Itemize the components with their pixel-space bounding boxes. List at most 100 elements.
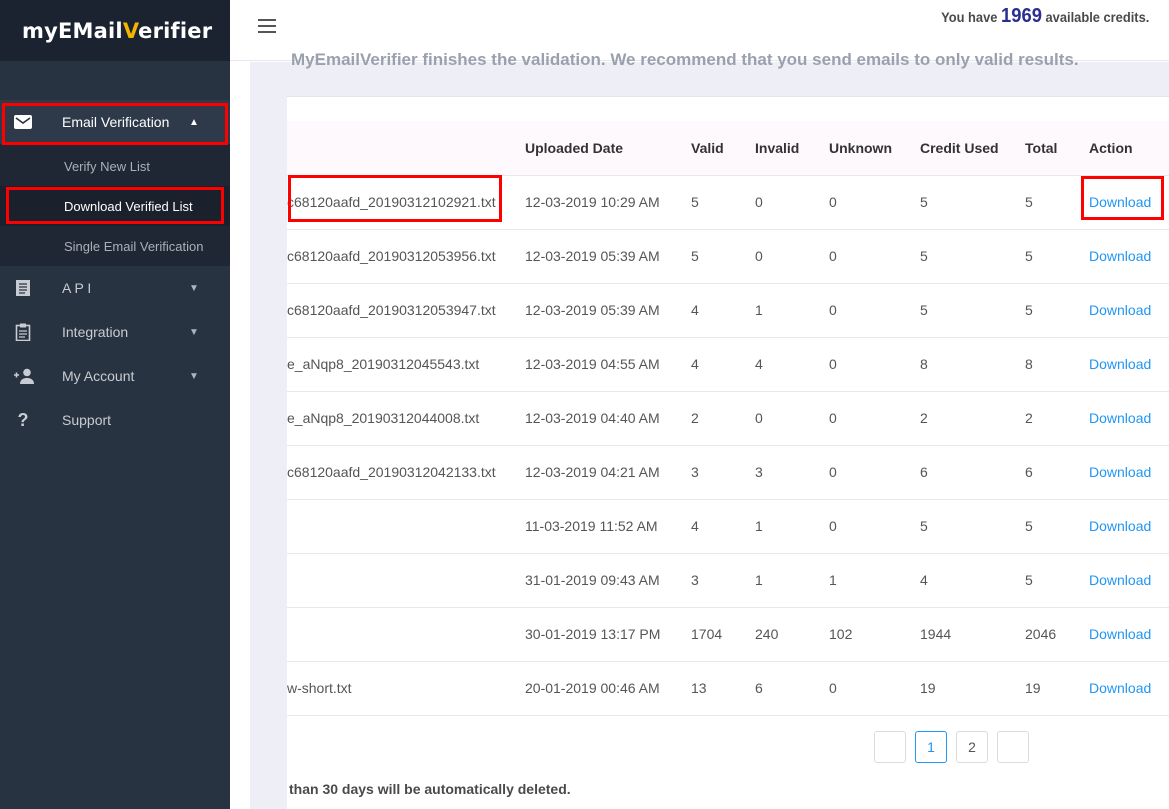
total-value: 2 xyxy=(1025,410,1033,426)
total-cell: 2 xyxy=(1025,391,1089,446)
hamburger-menu-icon[interactable] xyxy=(258,19,276,35)
download-link[interactable]: Download xyxy=(1089,248,1151,264)
invalid-cell: 4 xyxy=(755,337,829,392)
total-cell: 6 xyxy=(1025,445,1089,500)
credit-used-value: 5 xyxy=(920,248,928,264)
sidebar-item-email-verification[interactable]: Email Verification ▲ xyxy=(0,100,230,144)
action-cell: Download xyxy=(1089,229,1169,284)
download-link[interactable]: Download xyxy=(1089,410,1151,426)
credit-used-cell: 5 xyxy=(920,229,1025,284)
download-link[interactable]: Download xyxy=(1089,464,1151,480)
download-link[interactable]: Download xyxy=(1089,302,1151,318)
unknown-value: 0 xyxy=(829,518,837,534)
sidebar: myEMailVerifier Email Verification ▲ Ver… xyxy=(0,0,230,809)
col-action: Action xyxy=(1089,121,1169,176)
credit-used-cell: 5 xyxy=(920,175,1025,230)
uploaded-date-cell: 12-03-2019 04:21 AM xyxy=(525,445,691,500)
action-cell: Download xyxy=(1089,283,1169,338)
sidebar-item-label: Email Verification xyxy=(62,114,170,130)
chevron-down-icon: ▼ xyxy=(189,370,199,382)
download-link[interactable]: Download xyxy=(1089,572,1151,588)
logo-text-m: M xyxy=(72,18,94,43)
credit-used-value: 6 xyxy=(920,464,928,480)
file-name: e_aNqp8_20190312045543.txt xyxy=(287,356,480,372)
total-cell: 5 xyxy=(1025,175,1089,230)
unknown-value: 102 xyxy=(829,626,853,642)
total-cell: 19 xyxy=(1025,661,1089,716)
file-name: w-short.txt xyxy=(287,680,352,696)
credit-used-value: 5 xyxy=(920,518,928,534)
unknown-cell: 1 xyxy=(829,553,920,608)
logo[interactable]: myEMailVerifier xyxy=(22,19,212,43)
unknown-value: 0 xyxy=(829,248,837,264)
file-name-cell xyxy=(287,607,525,662)
table-row: c68120aafd_20190312102921.txt 12-03-2019 … xyxy=(287,175,1169,230)
pagination-page-1[interactable]: 1 xyxy=(915,731,947,763)
download-link[interactable]: Download xyxy=(1089,626,1151,642)
content-background: MyEmailVerifier finishes the validation.… xyxy=(250,50,1169,809)
credit-used-value: 4 xyxy=(920,572,928,588)
invalid-value: 1 xyxy=(755,302,763,318)
sidebar-subitem-verify-new-list[interactable]: Verify New List xyxy=(0,146,230,186)
sidebar-subitem-download-verified-list[interactable]: Download Verified List xyxy=(0,186,230,226)
valid-cell: 2 xyxy=(691,391,755,446)
credits-prefix: You have xyxy=(940,9,998,25)
envelope-icon xyxy=(13,112,33,132)
file-name-cell xyxy=(287,499,525,554)
valid-value: 5 xyxy=(691,248,699,264)
download-link[interactable]: Download xyxy=(1089,680,1151,696)
pagination-page-2[interactable]: 2 xyxy=(956,731,988,763)
sidebar-item-my-account[interactable]: My Account ▼ xyxy=(0,354,230,398)
total-cell: 5 xyxy=(1025,229,1089,284)
add-user-icon xyxy=(12,366,36,386)
sidebar-item-api[interactable]: A P I ▼ xyxy=(0,266,230,310)
valid-value: 13 xyxy=(691,680,707,696)
download-link[interactable]: Download xyxy=(1089,194,1151,210)
pagination-next-button[interactable] xyxy=(997,731,1029,763)
total-value: 8 xyxy=(1025,356,1033,372)
action-cell: Download xyxy=(1089,391,1169,446)
credit-used-cell: 5 xyxy=(920,499,1025,554)
pagination: 1 2 xyxy=(874,731,1029,763)
download-link[interactable]: Download xyxy=(1089,518,1151,534)
logo-bar: myEMailVerifier xyxy=(0,0,230,61)
valid-cell: 5 xyxy=(691,229,755,284)
file-name-cell: w-short.txt xyxy=(287,661,525,716)
unknown-value: 1 xyxy=(829,572,837,588)
file-name-cell: e_aNqp8_20190312044008.txt xyxy=(287,391,525,446)
chevron-up-icon: ▲ xyxy=(189,116,199,128)
pagination-prev-button[interactable] xyxy=(874,731,906,763)
uploaded-date-value: 12-03-2019 04:40 AM xyxy=(525,410,660,426)
file-name: c68120aafd_20190312053956.txt xyxy=(287,248,496,264)
uploaded-date-value: 12-03-2019 04:21 AM xyxy=(525,464,660,480)
sidebar-item-support[interactable]: ? Support xyxy=(0,398,230,442)
download-link[interactable]: Download xyxy=(1089,356,1151,372)
valid-cell: 4 xyxy=(691,337,755,392)
total-value: 5 xyxy=(1025,248,1033,264)
total-value: 5 xyxy=(1025,572,1033,588)
uploaded-date-cell: 20-01-2019 00:46 AM xyxy=(525,661,691,716)
file-name-cell: c68120aafd_20190312042133.txt xyxy=(287,445,525,500)
valid-value: 4 xyxy=(691,518,699,534)
sidebar-subitem-single-email-verification[interactable]: Single Email Verification xyxy=(0,226,230,266)
uploaded-date-cell: 11-03-2019 11:52 AM xyxy=(525,499,691,554)
file-name: c68120aafd_20190312102921.txt xyxy=(287,194,496,210)
invalid-cell: 6 xyxy=(755,661,829,716)
col-unknown: Unknown xyxy=(829,121,920,176)
invalid-value: 0 xyxy=(755,248,763,264)
col-credit-used: Credit Used xyxy=(920,121,1025,176)
file-name: c68120aafd_20190312042133.txt xyxy=(287,464,496,480)
sidebar-item-label: A P I xyxy=(62,280,92,296)
col-valid: Valid xyxy=(691,121,755,176)
table-row: 11-03-2019 11:52 AM 4 1 0 5 5 Download xyxy=(287,499,1169,554)
uploaded-date-value: 12-03-2019 10:29 AM xyxy=(525,194,660,210)
invalid-cell: 0 xyxy=(755,391,829,446)
file-name: c68120aafd_20190312053947.txt xyxy=(287,302,496,318)
unknown-cell: 0 xyxy=(829,445,920,500)
total-value: 5 xyxy=(1025,194,1033,210)
sidebar-item-integration[interactable]: Integration ▼ xyxy=(0,310,230,354)
total-cell: 5 xyxy=(1025,499,1089,554)
total-value: 19 xyxy=(1025,680,1041,696)
auto-delete-notice: than 30 days will be automatically delet… xyxy=(289,781,571,797)
unknown-cell: 0 xyxy=(829,661,920,716)
